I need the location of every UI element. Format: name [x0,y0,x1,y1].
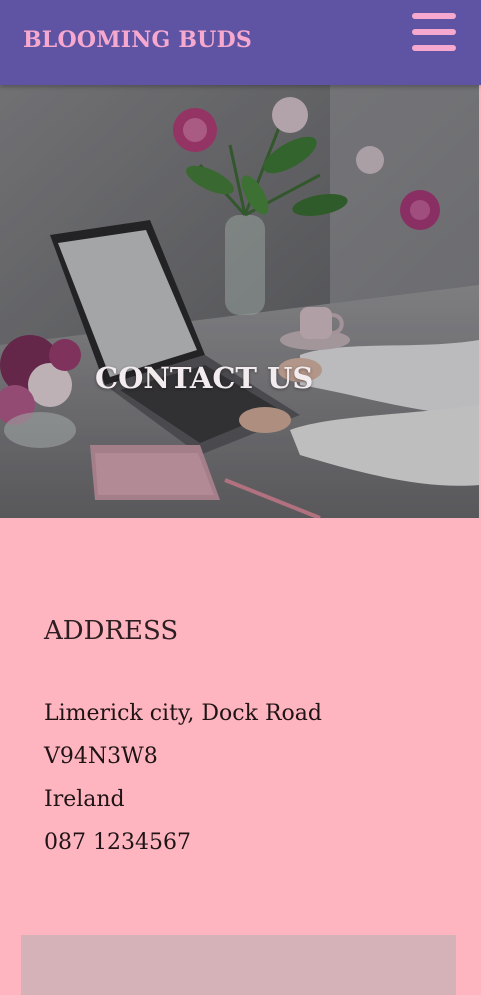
address-list: Limerick city, Dock Road V94N3W8 Ireland… [44,696,322,868]
address-line-phone: 087 1234567 [44,830,191,855]
address-line-street: Limerick city, Dock Road [44,701,322,726]
menu-bar-middle [412,29,456,35]
page-title: CONTACT US [95,361,314,396]
address-line-postcode: V94N3W8 [44,744,158,769]
brand-logo-link[interactable]: BLOOMING BUDS [23,27,252,53]
navbar: BLOOMING BUDS [0,0,481,85]
contact-section: ADDRESS Limerick city, Dock Road V94N3W8… [0,518,481,995]
hamburger-menu-icon[interactable] [412,13,456,53]
menu-bar-bottom [412,45,456,51]
address-heading: ADDRESS [44,616,179,646]
contact-form-panel [21,935,456,995]
address-line-country: Ireland [44,787,125,812]
hero-banner: CONTACT US [0,85,479,518]
menu-bar-top [412,13,456,19]
hero-overlay [0,85,479,518]
